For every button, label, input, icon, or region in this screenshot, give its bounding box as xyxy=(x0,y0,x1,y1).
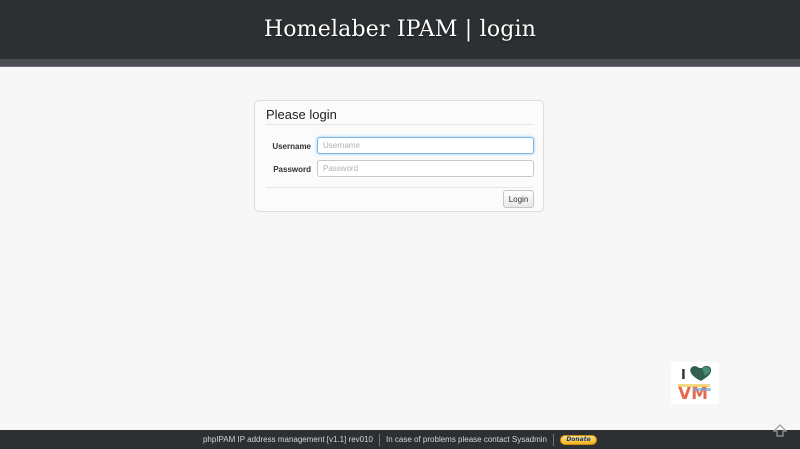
app-header: Homelaber IPAM | login xyxy=(0,0,800,59)
page-title: Homelaber IPAM | login xyxy=(263,17,537,42)
username-input[interactable] xyxy=(317,137,534,154)
login-button[interactable]: Login xyxy=(503,190,534,208)
footer-separator xyxy=(379,433,381,446)
app-footer: phpIPAM IP address management [v1.1] rev… xyxy=(0,430,800,449)
contact-text: In case of problems please contact Sysad… xyxy=(386,435,547,444)
header-divider-strip xyxy=(0,59,800,67)
form-divider xyxy=(266,187,533,188)
password-label: Password xyxy=(273,165,311,174)
i-love-vm-logo: I VM xyxy=(671,362,719,404)
password-input[interactable] xyxy=(317,160,534,177)
login-title: Please login xyxy=(266,107,337,122)
donate-button[interactable]: Donate xyxy=(560,434,597,445)
logo-letter-i: I xyxy=(681,368,686,383)
scroll-to-top-icon[interactable] xyxy=(772,423,788,437)
version-text: phpIPAM IP address management [v1.1] rev… xyxy=(202,435,374,444)
title-divider xyxy=(266,124,533,125)
footer-separator xyxy=(553,433,554,446)
username-label: Username xyxy=(272,142,311,151)
i-love-vm-icon: I VM xyxy=(671,362,719,404)
login-panel: Please login Username Password Login xyxy=(254,100,544,212)
